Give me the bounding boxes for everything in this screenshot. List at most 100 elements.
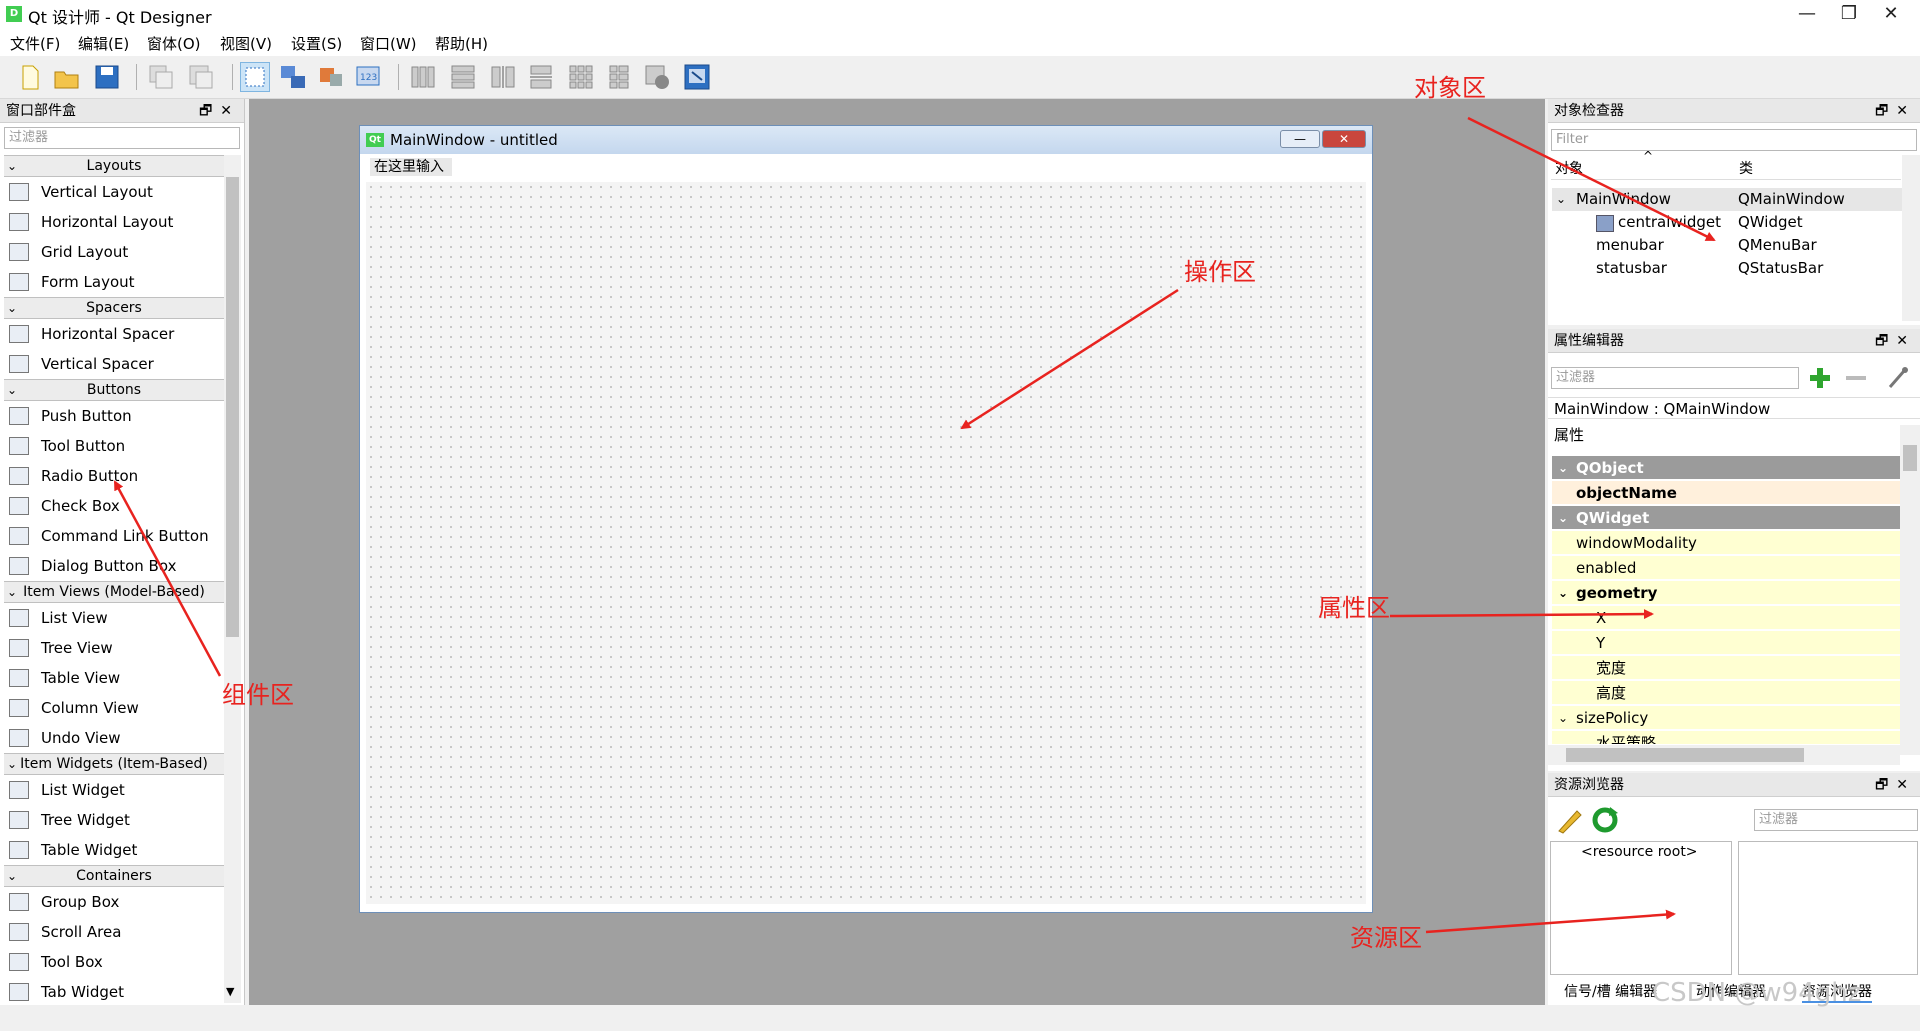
- menu-edit[interactable]: 编辑(E): [78, 33, 129, 54]
- property-row[interactable]: enabled: [1552, 556, 1900, 580]
- chevron-down-icon[interactable]: ⌄: [7, 156, 17, 176]
- widget-category[interactable]: ⌄ Layouts: [4, 155, 224, 177]
- dock-buttons[interactable]: 🗗✕: [1875, 99, 1916, 123]
- widget-item[interactable]: Table View: [4, 663, 224, 693]
- widget-item[interactable]: Dialog Button Box: [4, 551, 224, 581]
- paste-button[interactable]: [186, 62, 216, 92]
- menu-view[interactable]: 视图(V): [220, 33, 272, 54]
- adjust-size-button[interactable]: [682, 62, 712, 92]
- add-property-button[interactable]: [1806, 365, 1834, 391]
- object-filter-input[interactable]: Filter: [1551, 129, 1917, 151]
- widget-item[interactable]: Form Layout: [4, 267, 224, 297]
- edit-resources-button[interactable]: [1554, 805, 1584, 835]
- property-row[interactable]: 宽度: [1552, 656, 1900, 680]
- widget-item[interactable]: Tab Widget: [4, 977, 224, 1003]
- widget-item[interactable]: Group Box: [4, 887, 224, 917]
- dock-buttons[interactable]: 🗗✕: [1875, 329, 1916, 353]
- chevron-down-icon[interactable]: ⌄: [1558, 456, 1568, 480]
- edit-signals-button[interactable]: [278, 62, 308, 92]
- property-scroll-thumb[interactable]: [1903, 445, 1917, 471]
- widget-item[interactable]: Table Widget: [4, 835, 224, 865]
- widget-item[interactable]: List Widget: [4, 775, 224, 805]
- type-here-menu-item[interactable]: 在这里输入: [370, 158, 452, 176]
- dock-buttons[interactable]: 🗗✕: [1875, 773, 1916, 797]
- property-row[interactable]: ⌄ geometry: [1552, 581, 1900, 605]
- widget-category[interactable]: ⌄ Containers: [4, 865, 224, 887]
- menu-window[interactable]: 窗口(W): [360, 33, 417, 54]
- resource-list[interactable]: [1738, 841, 1918, 975]
- property-h-scroll-thumb[interactable]: [1566, 748, 1804, 762]
- edit-widgets-button[interactable]: [240, 62, 270, 92]
- chevron-down-icon[interactable]: ⌄: [1558, 581, 1568, 605]
- chevron-down-icon[interactable]: ⌄: [7, 754, 17, 774]
- property-row[interactable]: 水平策略: [1552, 731, 1900, 744]
- widget-category[interactable]: ⌄ Item Views (Model-Based): [4, 581, 224, 603]
- object-row-menubar[interactable]: menubar QMenuBar: [1552, 234, 1902, 257]
- menu-file[interactable]: 文件(F): [10, 33, 60, 54]
- widget-item[interactable]: Tree Widget: [4, 805, 224, 835]
- tab-signal-slot-editor[interactable]: 信号/槽 编辑器: [1564, 981, 1657, 1001]
- new-file-button[interactable]: [14, 62, 44, 92]
- layout-horizontal-button[interactable]: [408, 62, 438, 92]
- property-row[interactable]: ⌄ QObject: [1552, 456, 1900, 480]
- column-class-header[interactable]: 类: [1739, 158, 1753, 178]
- object-row-mainwindow[interactable]: ⌄ MainWindow QMainWindow: [1552, 188, 1902, 211]
- save-button[interactable]: [92, 62, 122, 92]
- widget-item[interactable]: Tree View: [4, 633, 224, 663]
- widget-box-filter-input[interactable]: 过滤器: [4, 127, 240, 149]
- expand-chevron-icon[interactable]: ⌄: [1556, 188, 1566, 211]
- form-close-button[interactable]: ✕: [1322, 130, 1366, 148]
- property-filter-input[interactable]: 过滤器: [1551, 367, 1799, 389]
- widget-item[interactable]: Horizontal Spacer: [4, 319, 224, 349]
- configure-property-button[interactable]: [1884, 365, 1912, 391]
- widget-item[interactable]: Tool Button: [4, 431, 224, 461]
- widget-item[interactable]: Command Link Button: [4, 521, 224, 551]
- scroll-down-arrow-icon[interactable]: ▼: [226, 985, 234, 998]
- resource-root-item[interactable]: <resource root>: [1581, 844, 1698, 860]
- widget-item[interactable]: List View: [4, 603, 224, 633]
- property-row[interactable]: windowModality: [1552, 531, 1900, 555]
- edit-buddies-button[interactable]: [316, 62, 346, 92]
- object-inspector-scrollbar[interactable]: [1902, 155, 1920, 321]
- layout-v-splitter-button[interactable]: [526, 62, 556, 92]
- property-row[interactable]: ⌄ sizePolicy: [1552, 706, 1900, 730]
- widget-item[interactable]: Tool Box: [4, 947, 224, 977]
- chevron-down-icon[interactable]: ⌄: [1558, 506, 1568, 530]
- property-row[interactable]: objectName: [1552, 481, 1900, 505]
- chevron-down-icon[interactable]: ⌄: [7, 582, 17, 602]
- chevron-down-icon[interactable]: ⌄: [7, 866, 17, 886]
- widget-category[interactable]: ⌄ Item Widgets (Item-Based): [4, 753, 224, 775]
- layout-vertical-button[interactable]: [448, 62, 478, 92]
- property-row[interactable]: ⌄ QWidget: [1552, 506, 1900, 530]
- widget-item[interactable]: Radio Button: [4, 461, 224, 491]
- property-h-scrollbar[interactable]: [1548, 745, 1900, 765]
- form-canvas[interactable]: [366, 182, 1366, 904]
- widget-item[interactable]: Check Box: [4, 491, 224, 521]
- object-row-statusbar[interactable]: statusbar QStatusBar: [1552, 257, 1902, 280]
- widget-category[interactable]: ⌄ Spacers: [4, 297, 224, 319]
- form-minimize-button[interactable]: —: [1280, 130, 1320, 148]
- widget-item[interactable]: Undo View: [4, 723, 224, 753]
- chevron-down-icon[interactable]: ⌄: [7, 380, 17, 400]
- reload-resources-button[interactable]: [1590, 805, 1620, 835]
- widget-item[interactable]: Scroll Area: [4, 917, 224, 947]
- chevron-down-icon[interactable]: ⌄: [1558, 706, 1568, 730]
- property-row[interactable]: 高度: [1552, 681, 1900, 705]
- remove-property-button[interactable]: [1842, 365, 1870, 391]
- copy-button[interactable]: [146, 62, 176, 92]
- layout-form-button[interactable]: [604, 62, 634, 92]
- form-window[interactable]: Qt MainWindow - untitled — ✕ 在这里输入: [359, 125, 1373, 913]
- widget-category[interactable]: ⌄ Buttons: [4, 379, 224, 401]
- menu-settings[interactable]: 设置(S): [291, 33, 342, 54]
- layout-grid-button[interactable]: [566, 62, 596, 92]
- resource-tree[interactable]: <resource root>: [1550, 841, 1732, 975]
- property-row[interactable]: X: [1552, 606, 1900, 630]
- break-layout-button[interactable]: [642, 62, 672, 92]
- dock-buttons[interactable]: 🗗✕: [199, 99, 240, 123]
- edit-tab-order-button[interactable]: 123: [354, 62, 384, 92]
- widget-item[interactable]: Grid Layout: [4, 237, 224, 267]
- widget-item[interactable]: Vertical Layout: [4, 177, 224, 207]
- widget-item[interactable]: Horizontal Layout: [4, 207, 224, 237]
- widget-item[interactable]: Column View: [4, 693, 224, 723]
- widget-box-scroll-thumb[interactable]: [226, 177, 239, 637]
